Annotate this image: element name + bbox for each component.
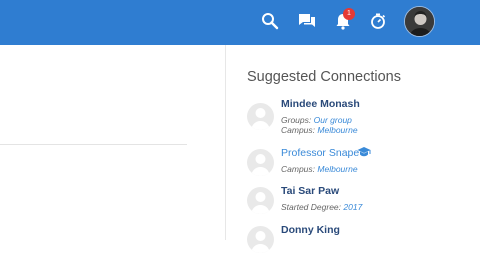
groups-link[interactable]: Our group [314, 115, 352, 125]
campus-label: Campus: [281, 125, 316, 135]
top-navigation-bar: 1 [0, 0, 480, 45]
connection-name[interactable]: Tai Sar Paw [281, 185, 339, 197]
connection-name[interactable]: Donny King [281, 224, 340, 236]
avatar-placeholder-icon[interactable] [247, 149, 274, 176]
connection-name[interactable]: Mindee Monash [281, 98, 360, 110]
stopwatch-icon[interactable] [368, 11, 388, 31]
campus-link[interactable]: Melbourne [317, 125, 357, 135]
campus-link[interactable]: Melbourne [317, 164, 357, 174]
search-icon[interactable] [260, 11, 280, 31]
suggested-connections-title: Suggested Connections [247, 69, 401, 85]
avatar-placeholder-icon[interactable] [247, 103, 274, 130]
content-divider [0, 144, 187, 145]
panel-divider [225, 45, 226, 240]
avatar-placeholder-icon[interactable] [247, 187, 274, 214]
connection-name[interactable]: Professor Snape [281, 147, 359, 159]
degree-link[interactable]: 2017 [343, 202, 362, 212]
user-avatar[interactable] [404, 6, 435, 37]
chat-icon[interactable] [297, 11, 317, 31]
notification-badge: 1 [343, 8, 355, 20]
degree-label: Started Degree: [281, 202, 342, 212]
graduation-cap-icon [357, 147, 371, 157]
connection-degree: Started Degree: 2017 [281, 202, 362, 212]
connection-campus: Campus: Melbourne [281, 125, 358, 135]
campus-label: Campus: [281, 164, 316, 174]
connection-campus: Campus: Melbourne [281, 164, 358, 174]
groups-label: Groups: [281, 115, 312, 125]
connection-groups: Groups: Our group [281, 115, 352, 125]
